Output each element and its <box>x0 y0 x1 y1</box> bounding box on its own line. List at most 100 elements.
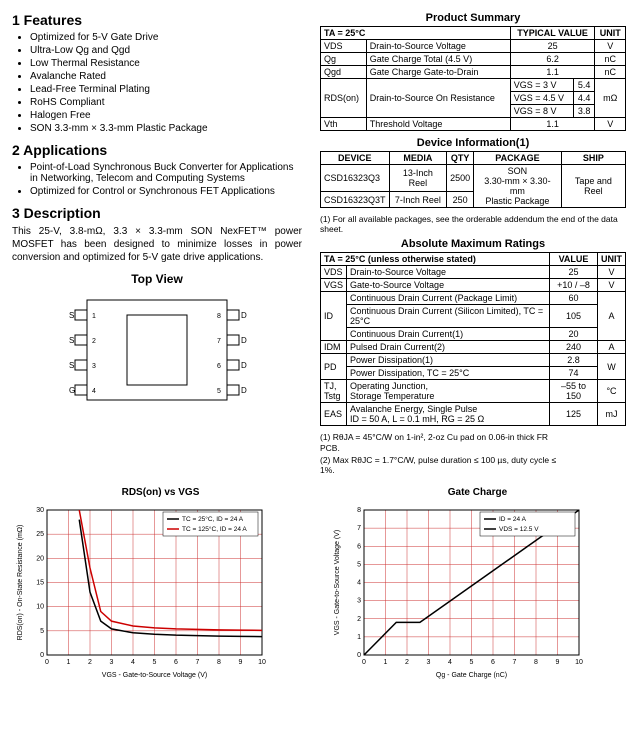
ps-cond-v: VGS = 3 V <box>510 79 573 92</box>
svg-text:RDS(on) - On-State Resistance: RDS(on) - On-State Resistance (mΩ) <box>17 525 24 641</box>
feature-item: Ultra-Low Qg and Qgd <box>30 45 302 56</box>
chart-gate-charge: 012345678910012345678Qg - Gate Charge (n… <box>329 500 589 680</box>
ps-col-unit: UNIT <box>595 27 626 40</box>
svg-text:3: 3 <box>92 363 96 370</box>
svg-text:ID = 24 A: ID = 24 A <box>499 516 527 523</box>
feature-item: SON 3.3-mm × 3.3-mm Plastic Package <box>30 123 302 134</box>
am-sym: IDM <box>321 341 347 354</box>
feature-item: Lead-Free Terminal Plating <box>30 84 302 95</box>
ps-val: 6.2 <box>510 53 595 66</box>
ps-unit: nC <box>595 53 626 66</box>
svg-text:3: 3 <box>427 659 431 666</box>
di-dev: CSD16323Q3T <box>321 192 390 208</box>
am-val: 105 <box>550 305 598 328</box>
am-unit: °C <box>597 380 625 403</box>
ps-val: 25 <box>510 40 595 53</box>
svg-text:7: 7 <box>217 338 221 345</box>
di-head-pkg: PACKAGE <box>474 152 562 165</box>
svg-text:1: 1 <box>384 659 388 666</box>
di-media: 13-Inch Reel <box>389 165 447 192</box>
svg-text:6: 6 <box>174 659 178 666</box>
svg-text:8: 8 <box>217 659 221 666</box>
feature-item: Avalanche Rated <box>30 71 302 82</box>
am-sym: EAS <box>321 403 347 426</box>
svg-text:5: 5 <box>40 628 44 635</box>
ps-cond-v: VGS = 4.5 V <box>510 92 573 105</box>
am-param: Gate-to-Source Voltage <box>347 279 550 292</box>
am-unit: V <box>597 279 625 292</box>
chart-rdson-title: RDS(on) vs VGS <box>12 487 309 498</box>
svg-text:VGS - Gate-to-Source Voltage (: VGS - Gate-to-Source Voltage (V) <box>102 672 207 679</box>
svg-text:6: 6 <box>491 659 495 666</box>
ps-val: 1.1 <box>510 66 595 79</box>
svg-text:5: 5 <box>470 659 474 666</box>
svg-text:TC = 125°C, ID = 24 A: TC = 125°C, ID = 24 A <box>182 525 247 533</box>
am-val: –55 to 150 <box>550 380 598 403</box>
am-sym: PD <box>321 354 347 380</box>
ps-cond-v: VGS = 8 V <box>510 105 573 118</box>
am-param: Power Dissipation(1) <box>347 354 550 367</box>
ps-val: 3.8 <box>573 105 595 118</box>
ps-unit: nC <box>595 66 626 79</box>
am-val: +10 / –8 <box>550 279 598 292</box>
application-item: Optimized for Control or Synchronous FET… <box>30 186 302 197</box>
ps-sym: VDS <box>321 40 367 53</box>
ps-sym: RDS(on) <box>321 79 367 118</box>
ps-col-typ: TYPICAL VALUE <box>510 27 595 40</box>
ps-param: Drain-to-Source Voltage <box>366 40 510 53</box>
features-heading: 1 Features <box>12 12 302 28</box>
di-ship: Tape and Reel <box>561 165 625 208</box>
svg-text:D: D <box>241 336 247 345</box>
am-val: 240 <box>550 341 598 354</box>
svg-text:5: 5 <box>357 562 361 569</box>
svg-text:6: 6 <box>357 543 361 550</box>
description-heading: 3 Description <box>12 205 302 221</box>
svg-text:9: 9 <box>556 659 560 666</box>
svg-text:2: 2 <box>357 616 361 623</box>
am-val: 2.8 <box>550 354 598 367</box>
svg-text:D: D <box>241 311 247 320</box>
svg-text:D: D <box>241 361 247 370</box>
am-param: Drain-to-Source Voltage <box>347 266 550 279</box>
svg-text:5: 5 <box>217 388 221 395</box>
am-sym: VDS <box>321 266 347 279</box>
features-list: Optimized for 5-V Gate Drive Ultra-Low Q… <box>30 32 302 134</box>
abs-max-table: TA = 25°C (unless otherwise stated) VALU… <box>320 252 626 426</box>
svg-text:8: 8 <box>357 507 361 514</box>
svg-text:9: 9 <box>239 659 243 666</box>
ps-cond: TA = 25°C <box>321 27 511 40</box>
svg-text:4: 4 <box>448 659 452 666</box>
am-param: Avalanche Energy, Single Pulse ID = 50 A… <box>347 403 550 426</box>
svg-text:0: 0 <box>362 659 366 666</box>
feature-item: Halogen Free <box>30 110 302 121</box>
svg-text:7: 7 <box>513 659 517 666</box>
am-unit: mJ <box>597 403 625 426</box>
ps-val: 5.4 <box>573 79 595 92</box>
am-param: Pulsed Drain Current(2) <box>347 341 550 354</box>
svg-text:7: 7 <box>196 659 200 666</box>
am-val: 74 <box>550 367 598 380</box>
ps-sym: Qg <box>321 53 367 66</box>
am-unit: W <box>597 354 625 380</box>
svg-text:VGS - Gate-to-Source Voltage (: VGS - Gate-to-Source Voltage (V) <box>334 530 341 635</box>
ps-param: Threshold Voltage <box>366 118 510 131</box>
applications-heading: 2 Applications <box>12 142 302 158</box>
svg-text:TC = 25°C, ID = 24 A: TC = 25°C, ID = 24 A <box>182 515 244 523</box>
di-head-qty: QTY <box>447 152 474 165</box>
svg-text:D: D <box>241 386 247 395</box>
am-param: Continuous Drain Current(1) <box>347 328 550 341</box>
am-val: 25 <box>550 266 598 279</box>
svg-text:3: 3 <box>357 598 361 605</box>
abs-max-title: Absolute Maximum Ratings <box>320 238 626 250</box>
svg-text:G: G <box>69 386 75 395</box>
svg-text:20: 20 <box>36 555 44 562</box>
application-item: Point-of-Load Synchronous Buck Converter… <box>30 162 302 184</box>
ps-val: 1.1 <box>510 118 595 131</box>
di-qty: 250 <box>447 192 474 208</box>
feature-item: Optimized for 5-V Gate Drive <box>30 32 302 43</box>
am-col-val: VALUE <box>550 253 598 266</box>
chart-rdson: 012345678910051015202530VGS - Gate-to-So… <box>12 500 272 680</box>
di-pkg: SON 3.30-mm × 3.30-mm Plastic Package <box>474 165 562 208</box>
svg-text:2: 2 <box>405 659 409 666</box>
di-media: 7-Inch Reel <box>389 192 447 208</box>
